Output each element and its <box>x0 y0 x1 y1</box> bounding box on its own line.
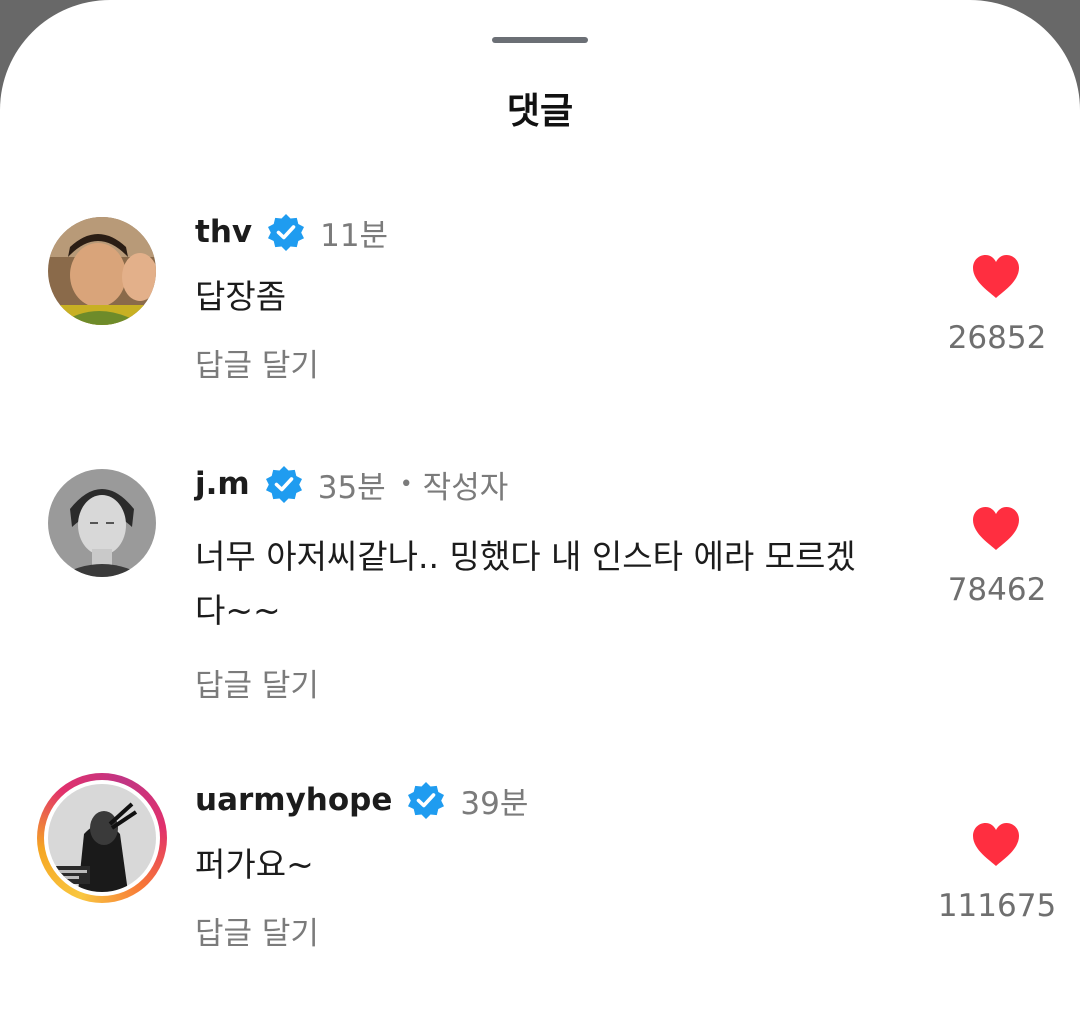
comments-sheet: 댓글 thv 11분 답장좀 답글 달기 26852 j.m 35분 • 작성자… <box>0 0 1080 1010</box>
verified-badge-icon <box>268 214 305 251</box>
like-count: 78462 <box>947 572 1047 608</box>
drag-handle[interactable] <box>492 37 588 43</box>
like-count: 111675 <box>937 888 1057 924</box>
like-count: 26852 <box>947 320 1047 356</box>
heart-icon[interactable] <box>971 506 1021 552</box>
username[interactable]: uarmyhope <box>195 782 392 818</box>
username[interactable]: j.m <box>195 466 250 502</box>
comment-text: 너무 아저씨같나.. 밍했다 내 인스타 에라 모르겠다~~ <box>195 537 856 630</box>
avatar-story-ring[interactable] <box>37 773 167 903</box>
avatar[interactable] <box>48 217 156 325</box>
reply-button[interactable]: 답글 달기 <box>195 660 319 705</box>
comment-time: 11분 <box>320 217 389 254</box>
comment-time: 39분 <box>460 785 529 822</box>
comment-meta: thv 11분 <box>195 212 389 254</box>
heart-icon[interactable] <box>971 822 1021 868</box>
heart-icon[interactable] <box>971 254 1021 300</box>
comment-text: 퍼가요~ <box>195 845 314 884</box>
separator-dot: • <box>399 471 413 497</box>
reply-button[interactable]: 답글 달기 <box>195 340 319 385</box>
comment-text: 답장좀 <box>195 277 287 316</box>
verified-badge-icon <box>265 466 302 503</box>
author-label: 작성자 <box>422 469 509 506</box>
username[interactable]: thv <box>195 214 252 250</box>
verified-badge-icon <box>408 782 445 819</box>
avatar <box>48 784 156 892</box>
comment-meta: uarmyhope 39분 <box>195 780 529 822</box>
sheet-title: 댓글 <box>506 91 574 132</box>
comment-meta: j.m 35분 • 작성자 <box>195 464 509 506</box>
avatar[interactable] <box>48 469 156 577</box>
reply-button[interactable]: 답글 달기 <box>195 908 319 953</box>
comment-time: 35분 <box>317 469 386 506</box>
